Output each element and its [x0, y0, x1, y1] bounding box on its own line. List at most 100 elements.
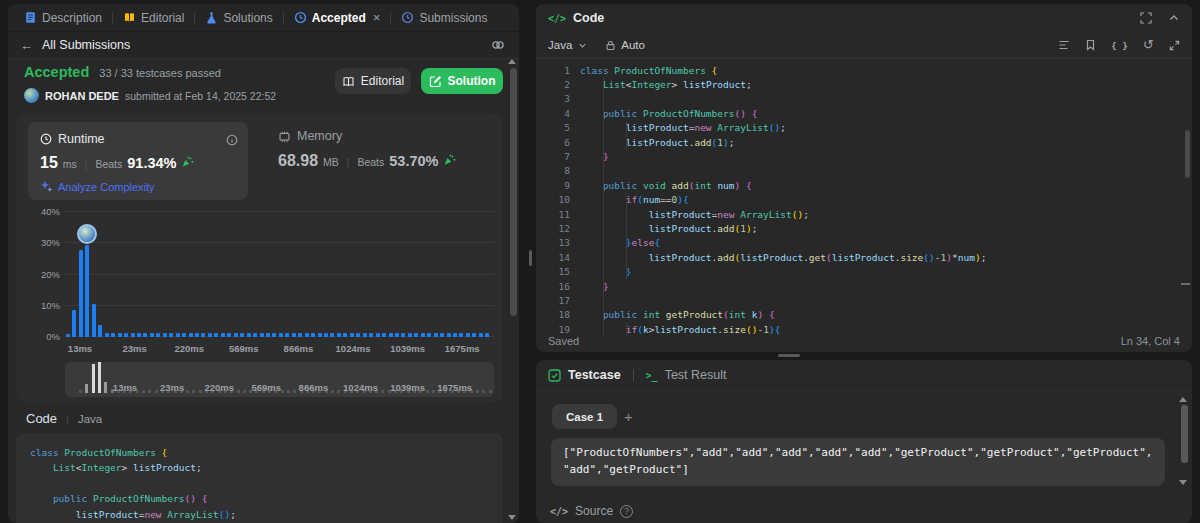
- editor-scrollbar-thumb[interactable]: [1185, 130, 1190, 178]
- chart-bar[interactable]: [350, 333, 354, 337]
- editor-line[interactable]: 18 public int getProduct(int k) {: [536, 308, 1184, 322]
- chart-bar[interactable]: [266, 333, 270, 337]
- code-panel-tab[interactable]: </> Code: [548, 11, 604, 25]
- chart-bar[interactable]: [434, 333, 438, 337]
- chart-bar[interactable]: [253, 333, 257, 337]
- tab-description[interactable]: Description: [14, 11, 112, 25]
- chart-bar[interactable]: [247, 333, 251, 337]
- solution-button[interactable]: Solution: [421, 68, 503, 94]
- tab-submissions[interactable]: Submissions: [391, 11, 497, 25]
- scroll-down-arrow[interactable]: [508, 515, 516, 520]
- chart-bar[interactable]: [118, 333, 122, 337]
- runtime-card[interactable]: Runtime 15 ms | Beats 91.34% Analyze Com…: [28, 122, 248, 200]
- back-arrow-icon[interactable]: ←: [20, 38, 33, 53]
- link-icon[interactable]: [491, 38, 505, 56]
- testcase-scroll-up[interactable]: [1179, 397, 1187, 402]
- chart-bar[interactable]: [363, 333, 367, 337]
- submitted-code-block[interactable]: class ProductOfNumbers { List<Integer> l…: [16, 433, 503, 523]
- chart-bar[interactable]: [234, 333, 238, 337]
- chart-bar[interactable]: [414, 333, 418, 337]
- chart-bar[interactable]: [401, 333, 405, 337]
- chart-bar[interactable]: [440, 333, 444, 337]
- editorial-button[interactable]: Editorial: [335, 68, 411, 94]
- chart-bar[interactable]: [479, 333, 483, 337]
- chart-bar[interactable]: [72, 310, 76, 337]
- runtime-distribution-chart[interactable]: 0%10%20%30%40%: [65, 212, 494, 337]
- chart-bar[interactable]: [382, 333, 386, 337]
- expand-editor-icon[interactable]: [1169, 40, 1180, 51]
- testcase-input[interactable]: ["ProductOfNumbers","add","add","add","a…: [551, 438, 1165, 486]
- scroll-up-arrow[interactable]: [508, 59, 516, 64]
- chart-bar[interactable]: [156, 333, 160, 337]
- chart-bar[interactable]: [182, 333, 186, 337]
- chart-bar[interactable]: [311, 333, 315, 337]
- chart-bar[interactable]: [169, 333, 173, 337]
- editor-line[interactable]: 5 listProduct=new ArrayList();: [536, 121, 1184, 135]
- chart-bar[interactable]: [305, 333, 309, 337]
- language-selector[interactable]: Java: [548, 39, 587, 51]
- chart-bar[interactable]: [189, 333, 193, 337]
- editor-line[interactable]: 4 public ProductOfNumbers() {: [536, 106, 1184, 120]
- chart-bar[interactable]: [369, 333, 373, 337]
- chart-bar[interactable]: [292, 333, 296, 337]
- chart-bar[interactable]: [111, 333, 115, 337]
- tab-accepted[interactable]: Accepted×: [284, 10, 391, 25]
- chart-bar[interactable]: [221, 333, 225, 337]
- memory-block[interactable]: Memory 68.98 MB | Beats 53.70%: [278, 129, 456, 170]
- chart-bar[interactable]: [395, 333, 399, 337]
- source-link[interactable]: </> Source ?: [550, 504, 633, 518]
- chart-bar[interactable]: [466, 333, 470, 337]
- chart-bar[interactable]: [272, 333, 276, 337]
- chart-bar[interactable]: [285, 333, 289, 337]
- editor-line[interactable]: 14 listProduct.add(listProduct.get(listP…: [536, 250, 1184, 264]
- chart-bar[interactable]: [201, 333, 205, 337]
- add-case-button[interactable]: +: [624, 404, 633, 429]
- chart-bar[interactable]: [485, 333, 489, 337]
- chart-bar[interactable]: [124, 333, 128, 337]
- chart-bar[interactable]: [427, 333, 431, 337]
- chart-bar[interactable]: [85, 245, 89, 337]
- chart-bar[interactable]: [143, 333, 147, 337]
- chart-bar[interactable]: [195, 333, 199, 337]
- chart-bar[interactable]: [98, 325, 102, 338]
- all-submissions-label[interactable]: All Submissions: [42, 38, 130, 52]
- reset-code-icon[interactable]: ↺: [1143, 40, 1154, 50]
- chart-bar[interactable]: [330, 333, 334, 337]
- chart-bar[interactable]: [408, 333, 412, 337]
- case-1-button[interactable]: Case 1: [552, 404, 617, 429]
- fullscreen-icon[interactable]: [1140, 12, 1152, 24]
- editor-line[interactable]: 6 listProduct.add(1);: [536, 135, 1184, 149]
- editor-line[interactable]: 1class ProductOfNumbers {: [536, 63, 1184, 77]
- editor-line[interactable]: 15 }: [536, 264, 1184, 278]
- chart-bar[interactable]: [453, 333, 457, 337]
- user-runtime-marker-avatar[interactable]: [77, 224, 97, 244]
- editor-line[interactable]: 17: [536, 293, 1184, 307]
- chart-bar[interactable]: [356, 333, 360, 337]
- code-editor[interactable]: 1class ProductOfNumbers {2 List<Integer>…: [536, 63, 1184, 336]
- chart-bar[interactable]: [298, 333, 302, 337]
- editor-line[interactable]: 13 }else{: [536, 236, 1184, 250]
- chart-bar[interactable]: [279, 333, 283, 337]
- format-code-icon[interactable]: [1058, 39, 1070, 51]
- chart-bar[interactable]: [163, 333, 167, 337]
- editor-line[interactable]: 9 public void add(int num) {: [536, 178, 1184, 192]
- analyze-complexity-link[interactable]: Analyze Complexity: [40, 180, 155, 193]
- chart-bar[interactable]: [240, 333, 244, 337]
- chart-bar[interactable]: [92, 304, 96, 337]
- chart-bar[interactable]: [176, 333, 180, 337]
- tab-editorial[interactable]: Editorial: [113, 11, 194, 25]
- editor-line[interactable]: 11 listProduct=new ArrayList();: [536, 207, 1184, 221]
- editor-line[interactable]: 16 }: [536, 279, 1184, 293]
- chart-bar[interactable]: [66, 334, 70, 337]
- chart-bar[interactable]: [337, 333, 341, 337]
- chart-bar[interactable]: [227, 333, 231, 337]
- chart-bar[interactable]: [260, 333, 264, 337]
- chart-bar[interactable]: [131, 333, 135, 337]
- editor-line[interactable]: 10 if(num==0){: [536, 193, 1184, 207]
- autocomplete-toggle[interactable]: Auto: [605, 39, 645, 51]
- chart-bar[interactable]: [447, 333, 451, 337]
- editor-line[interactable]: 2 List<Integer> listProduct;: [536, 77, 1184, 91]
- chart-bar[interactable]: [150, 333, 154, 337]
- chart-bar[interactable]: [208, 333, 212, 337]
- editor-line[interactable]: 3: [536, 92, 1184, 106]
